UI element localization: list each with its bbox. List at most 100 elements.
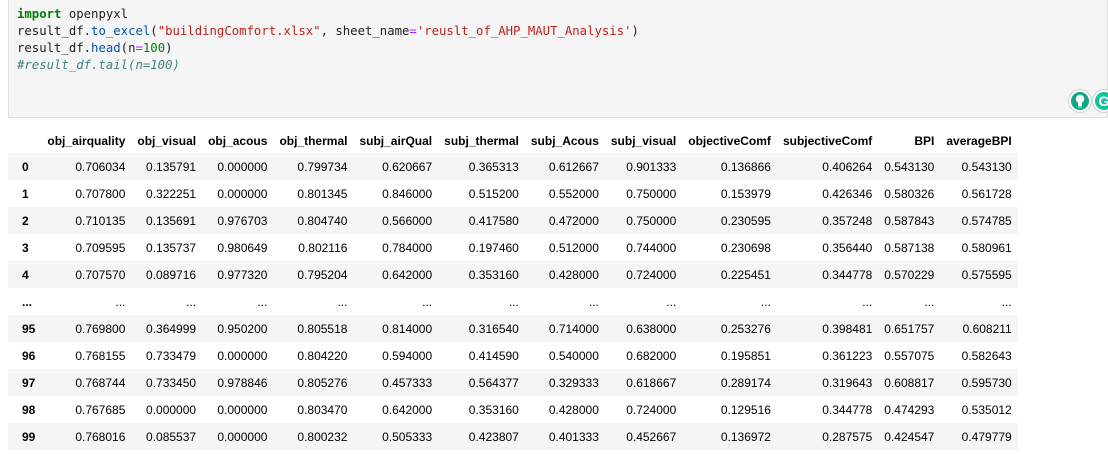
table-cell: 0.364999 <box>146 321 197 336</box>
header-row: obj_airquality obj_visual obj_acous obj_the… <box>8 129 1018 153</box>
code-function: head <box>91 41 121 55</box>
table-cell: 0.608211 <box>962 321 1012 336</box>
table-cell: 0.595730 <box>961 375 1012 390</box>
table-cell: 0.980649 <box>217 240 268 255</box>
table-cell: 0.587138 <box>884 240 935 255</box>
table-cell: 0.230698 <box>720 240 771 255</box>
column-header: obj_acous <box>208 134 268 148</box>
table-cell: ... <box>337 294 348 309</box>
row-index: 1 <box>22 186 29 201</box>
table-cell: 0.000000 <box>217 348 268 363</box>
table-cell: 0.474293 <box>884 402 935 417</box>
table-cell: 0.976703 <box>217 213 268 228</box>
table-cell: 0.557075 <box>884 348 935 363</box>
table-cell: 0.620667 <box>382 159 433 174</box>
table-cell: 0.580961 <box>961 240 1012 255</box>
table-cell: ... <box>588 294 599 309</box>
table-cell: 0.638000 <box>626 321 677 336</box>
row-index: 95 <box>22 321 36 336</box>
table-cell: ... <box>257 294 268 309</box>
row-index: 99 <box>22 429 36 444</box>
table-cell: 0.356440 <box>822 240 873 255</box>
table-cell: 0.136866 <box>720 159 771 174</box>
table-cell: 0.230595 <box>720 213 771 228</box>
table-cell: 0.814000 <box>382 321 433 336</box>
table-cell: 0.733479 <box>146 348 197 363</box>
table-cell: 0.642000 <box>382 267 433 282</box>
table-cell: 0.582643 <box>961 348 1012 363</box>
table-cell: 0.768016 <box>75 429 126 444</box>
table-cell: 0.535012 <box>961 402 1012 417</box>
code-text: openpyxl <box>61 7 129 21</box>
table-cell: 0.136972 <box>720 429 771 444</box>
table-cell: 0.768744 <box>75 375 126 390</box>
code-operator: = <box>135 41 143 55</box>
table-cell: 0.452667 <box>626 429 677 444</box>
column-header: averageBPI <box>946 134 1012 148</box>
code-keyword: import <box>17 7 62 21</box>
table-cell: 0.135737 <box>146 240 197 255</box>
lightbulb-icon[interactable] <box>1069 90 1091 112</box>
table-cell: 0.361223 <box>822 348 873 363</box>
table-cell: ... <box>924 294 935 309</box>
table-cell: ... <box>115 294 126 309</box>
table-cell: 0.707800 <box>75 186 126 201</box>
table-cell: 0.253276 <box>720 321 771 336</box>
table-row: 3 0.709595 0.135737 0.980649 0.802116 0.78400… <box>8 234 1018 261</box>
table-cell: ... <box>1001 294 1012 309</box>
table-cell: 0.800232 <box>297 429 348 444</box>
table-cell: 0.950200 <box>217 321 268 336</box>
code-text: ) <box>165 41 173 55</box>
grammarly-letter: G <box>1098 93 1108 109</box>
table-header: obj_airquality obj_visual obj_acous obj_the… <box>8 129 1018 153</box>
table-cell: 0.085537 <box>146 429 197 444</box>
column-header: subj_visual <box>610 134 677 148</box>
table-cell: 0.329333 <box>548 375 599 390</box>
table-cell: 0.594000 <box>382 348 433 363</box>
table-cell: ... <box>862 294 873 309</box>
table-cell: 0.744000 <box>626 240 677 255</box>
column-header: objectiveComf <box>688 134 771 148</box>
table-cell: 0.710135 <box>75 213 126 228</box>
index-header <box>8 129 41 153</box>
code-editor[interactable]: import openpyxl result_df.to_excel("buil… <box>17 6 639 74</box>
table-cell: 0.129516 <box>720 402 771 417</box>
table-cell: 0.543130 <box>884 159 935 174</box>
table-cell: 0.512000 <box>548 240 599 255</box>
table-cell: 0.000000 <box>217 402 268 417</box>
table-cell: 0.428000 <box>548 267 599 282</box>
table-cell: 0.846000 <box>382 186 433 201</box>
table-cell: ... <box>422 294 433 309</box>
column-header: obj_airquality <box>47 134 126 148</box>
table-cell: 0.426346 <box>822 186 873 201</box>
row-index: 4 <box>22 267 29 282</box>
grammarly-icon[interactable]: G <box>1093 90 1108 112</box>
column-header: subj_Acous <box>530 134 599 148</box>
table-cell: 0.089716 <box>146 267 197 282</box>
table-cell: 0.795204 <box>297 267 348 282</box>
table-cell: 0.724000 <box>626 267 677 282</box>
table-cell: 0.803470 <box>297 402 348 417</box>
table-row: 0 0.706034 0.135791 0.000000 0.799734 0.62066… <box>8 153 1018 180</box>
table-cell: 0.707570 <box>75 267 126 282</box>
row-index: 96 <box>22 348 36 363</box>
table-row: 99 0.768016 0.085537 0.000000 0.800232 0.5053… <box>8 423 1018 450</box>
table-cell: 0.135791 <box>146 159 197 174</box>
dataframe-table: obj_airquality obj_visual obj_acous obj_the… <box>8 129 1018 450</box>
table-cell: ... <box>666 294 677 309</box>
table-cell: 0.289174 <box>720 375 771 390</box>
column-header: subjectiveComf <box>782 134 873 148</box>
table-cell: 0.570229 <box>884 267 935 282</box>
table-cell: 0.651757 <box>884 321 935 336</box>
table-cell: 0.769800 <box>75 321 126 336</box>
table-row: 98 0.767685 0.000000 0.000000 0.803470 0.6420… <box>8 396 1018 423</box>
table-cell: 0.682000 <box>626 348 677 363</box>
table-cell: 0.365313 <box>468 159 519 174</box>
table-cell: 0.000000 <box>217 429 268 444</box>
code-cell[interactable]: import openpyxl result_df.to_excel("buil… <box>8 0 1108 118</box>
code-text: result_df. <box>17 24 92 38</box>
table-cell: 0.580326 <box>884 186 935 201</box>
code-number: 100 <box>142 41 166 55</box>
table-cell: 0.153979 <box>720 186 771 201</box>
table-row: 96 0.768155 0.733479 0.000000 0.804220 0.5940… <box>8 342 1018 369</box>
